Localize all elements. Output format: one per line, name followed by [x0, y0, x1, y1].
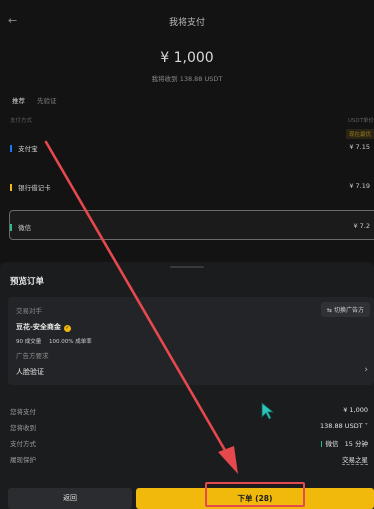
- swap-icon: ⇆: [327, 307, 333, 314]
- sheet-handle[interactable]: [170, 266, 204, 268]
- pay-amount: ¥ 1,000: [160, 50, 214, 66]
- ad-requirements-label: 广告方要求: [16, 352, 49, 360]
- chevron-right-icon[interactable]: ›: [364, 365, 368, 375]
- summary-label: 您将支付: [10, 408, 36, 416]
- mouse-cursor-icon: [261, 402, 275, 420]
- method-row-debit-card[interactable]: 银行借记卡 ¥ 7.19: [10, 182, 374, 192]
- method-rate: ¥ 7.15: [349, 143, 370, 151]
- summary-value-receive[interactable]: 138.88 USDT ˅: [320, 422, 368, 430]
- trade-count: 90 成交量: [16, 339, 42, 345]
- time-limit: 15 分钟: [344, 440, 368, 448]
- method-row-wechat[interactable]: 微信 ¥ 7.2: [10, 222, 374, 232]
- column-header-method: 支付方式: [10, 118, 33, 124]
- face-verification: 人脸验证: [16, 368, 44, 376]
- method-name: 支付宝: [18, 145, 38, 153]
- method-rate: ¥ 7.19: [349, 182, 370, 190]
- merchant-name-row: 豆花-安全商金 ✓: [16, 322, 71, 332]
- alipay-color-bar: [10, 145, 12, 152]
- summary-row-method: 支付方式 微信 15 分钟: [10, 438, 368, 448]
- summary-row-pay: 您将支付 ¥ 1,000: [10, 406, 368, 416]
- page-title: 我将支付: [168, 18, 205, 28]
- order-preview-sheet: 预览订单 交易对手 ⇆ 切换广告方 豆花-安全商金 ✓ 90 成交量 100.00…: [0, 262, 374, 509]
- wechat-color-bar: [10, 224, 12, 231]
- merchant-stats: 90 成交量 100.00% 成单率: [16, 337, 92, 345]
- switch-advertiser-button[interactable]: ⇆ 切换广告方: [321, 302, 370, 317]
- protection-link[interactable]: 交易之星: [342, 454, 368, 465]
- completion-rate: 100.00% 成单率: [49, 339, 92, 345]
- column-header-price: USDT单价: [347, 118, 374, 124]
- summary-value: ¥ 1,000: [343, 406, 368, 414]
- method-tabs: 推荐 先验证: [12, 95, 57, 105]
- receive-value: 138.88 USDT: [320, 422, 363, 430]
- summary-label: 您将收到: [10, 424, 36, 432]
- switch-advertiser-label: 切换广告方: [333, 307, 364, 314]
- counterparty-card: 交易对手 ⇆ 切换广告方 豆花-安全商金 ✓ 90 成交量 100.00% 成单率…: [8, 297, 374, 385]
- wechat-color-bar: [320, 441, 323, 447]
- tab-verify-first[interactable]: 先验证: [37, 95, 57, 105]
- back-button[interactable]: 返回: [8, 488, 132, 509]
- summary-value-method: 微信 15 分钟: [320, 438, 368, 448]
- method-name: 微信: [18, 224, 32, 232]
- method-value: 微信: [325, 440, 339, 448]
- merchant-name: 豆花-安全商金: [16, 323, 61, 331]
- method-row-alipay[interactable]: 支付宝 ¥ 7.15: [10, 143, 374, 153]
- method-rate: ¥ 7.2: [353, 222, 370, 230]
- verified-icon: ✓: [63, 325, 71, 332]
- counterparty-label: 交易对手: [16, 307, 42, 315]
- receive-text: 我将收到 138.88 USDT: [151, 75, 223, 83]
- best-badge: 现在最优: [345, 129, 374, 139]
- summary-row-protection: 履现保护 交易之星: [10, 454, 368, 465]
- method-name: 银行借记卡: [18, 184, 51, 192]
- debit-color-bar: [10, 184, 12, 191]
- sheet-title: 预览订单: [10, 277, 45, 287]
- summary-label: 支付方式: [10, 440, 36, 448]
- top-bar: ← 我将支付: [0, 0, 374, 42]
- summary-row-receive: 您将收到 138.88 USDT ˅: [10, 422, 368, 432]
- annotation-highlight-box: [205, 482, 305, 507]
- summary-label: 履现保护: [10, 456, 36, 464]
- tab-recommended[interactable]: 推荐: [12, 95, 25, 105]
- chevron-down-icon: ˅: [364, 422, 368, 430]
